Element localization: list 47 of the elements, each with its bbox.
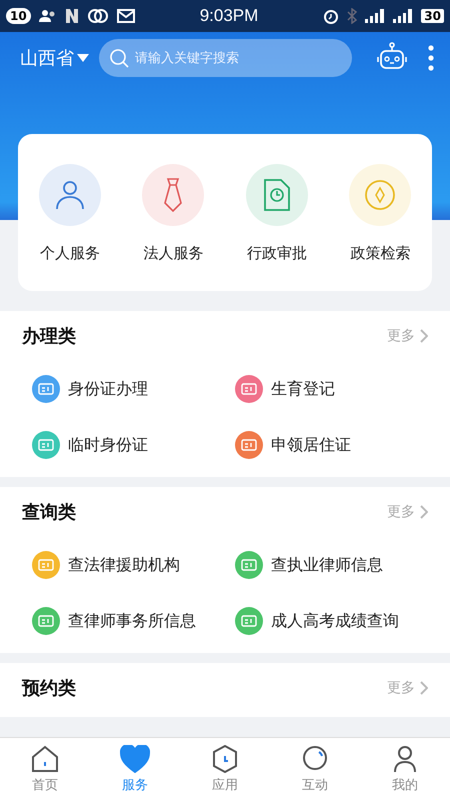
heart-icon [120,744,150,772]
rings-icon [86,8,109,24]
service-item[interactable]: 查律师事务所信息 [22,593,225,649]
section-title: 预约类 [22,677,76,700]
chat-icon [301,744,329,772]
notification-count: 10 [6,8,31,24]
service-item[interactable]: 查法律援助机构 [22,537,225,593]
tab-button[interactable]: 互动 [270,738,360,800]
service-item[interactable]: 身份证办理 [22,361,225,417]
region-selector[interactable]: 山西省 [20,46,89,70]
service-item[interactable]: 生育登记 [225,361,428,417]
mail-icon [116,9,135,23]
service-label[interactable]: 法人服务 [143,244,204,263]
clock-time: 9:03PM [200,6,258,26]
user-icon [393,744,417,772]
tab-button[interactable]: 首页 [0,738,90,800]
service-item[interactable]: 临时身份证 [22,417,225,473]
service-item[interactable]: 成人高考成绩查询 [225,593,428,649]
compass-icon [364,179,396,211]
chevron-icon [420,329,428,343]
tab-button[interactable]: 服务 [90,738,180,800]
service-label[interactable]: 个人服务 [40,244,100,263]
contacts-icon [38,9,57,23]
home-icon [31,744,59,772]
tab-button[interactable]: 应用 [180,738,270,800]
service-label[interactable]: 政策检索 [350,244,410,263]
chevron-icon [420,505,428,519]
signal-icon [393,9,414,23]
more-icon[interactable] [428,45,434,71]
service-item[interactable]: 查执业律师信息 [225,537,428,593]
necktie-icon [163,178,184,212]
document-clock-icon [264,179,290,211]
n-logo-icon [64,8,79,24]
signal-icon [365,9,386,23]
caret-icon [77,54,89,62]
battery-level: 30 [421,9,444,23]
alarm-icon [323,8,340,24]
bluetooth-icon [347,8,358,24]
service-item[interactable]: 申领居住证 [225,417,428,473]
hexagon-clock-icon [212,744,238,772]
search-icon [109,48,129,68]
section-title: 查询类 [22,501,76,524]
tab-button[interactable]: 我的 [360,738,450,800]
person-icon [54,179,85,211]
chevron-icon [420,681,428,695]
service-label[interactable]: 行政审批 [246,244,307,263]
section-title: 办理类 [22,325,76,348]
